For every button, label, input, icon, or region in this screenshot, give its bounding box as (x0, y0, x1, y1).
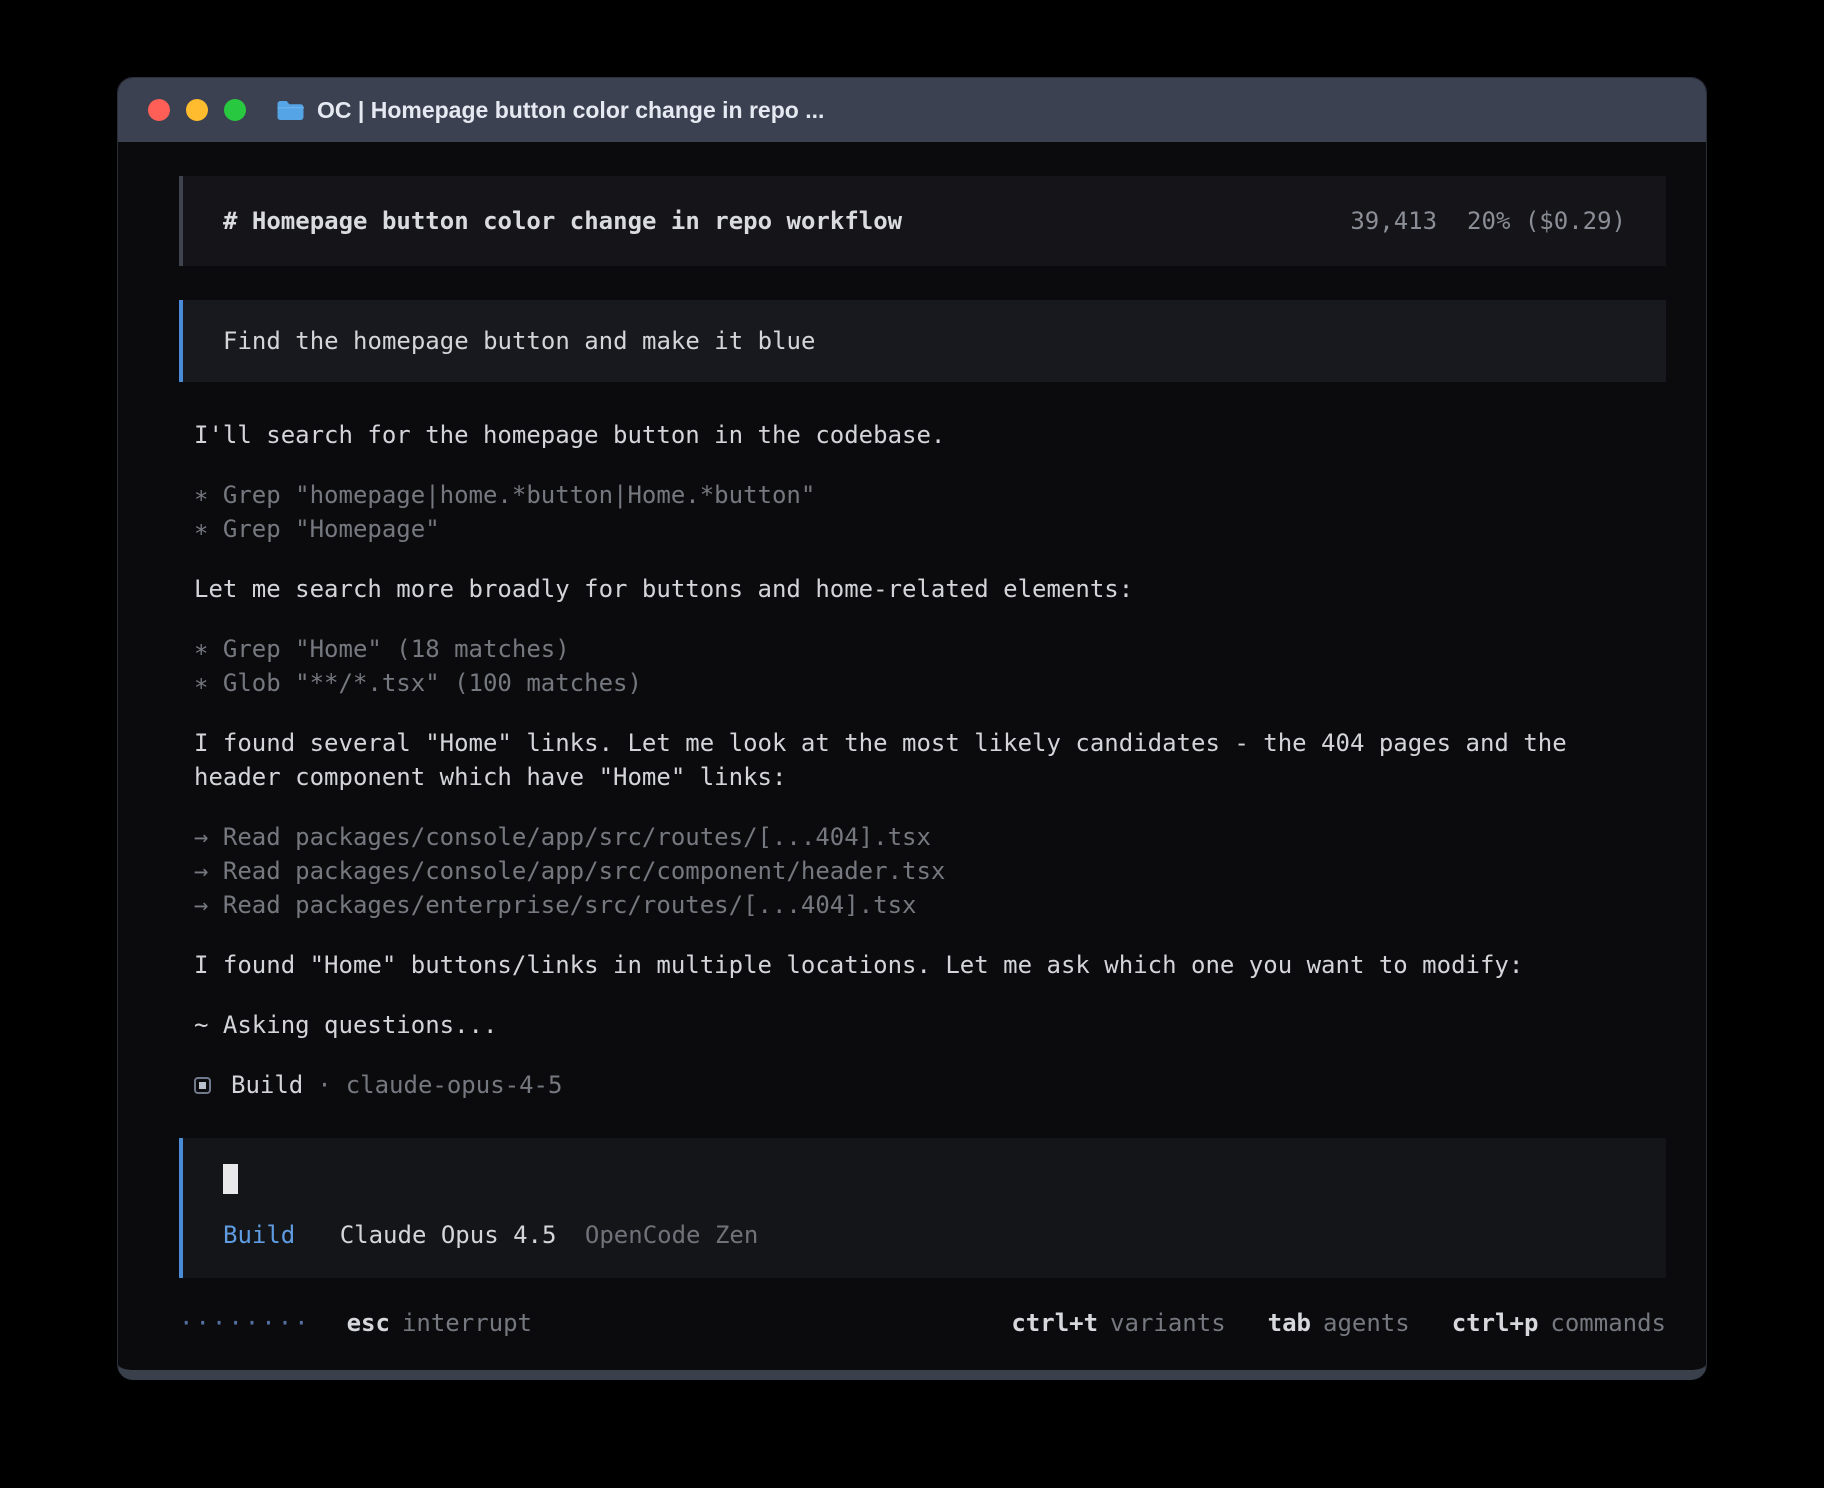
shortcut-label: variants (1110, 1309, 1226, 1337)
token-count: 39,413 (1350, 207, 1437, 235)
shortcut-key: ctrl+p (1452, 1309, 1539, 1337)
user-message-text: Find the homepage button and make it blu… (223, 327, 815, 355)
assistant-activity: ~ Asking questions... (179, 1008, 1666, 1042)
tool-call-read: → Read packages/console/app/src/routes/[… (179, 820, 1666, 854)
interrupt-key: esc (347, 1306, 390, 1340)
tool-call-grep: ∗ Grep "Homepage" (179, 512, 1666, 546)
shortcut-key: ctrl+t (1011, 1309, 1098, 1337)
session-stats: 39,413 20% ($0.29) (1350, 204, 1626, 238)
user-message: Find the homepage button and make it blu… (179, 300, 1666, 382)
status-bar-left: ········ esc interrupt (179, 1306, 532, 1340)
assistant-response: I'll search for the homepage button in t… (179, 418, 1666, 1102)
zoom-button[interactable] (224, 99, 246, 121)
assistant-paragraph: I found "Home" buttons/links in multiple… (179, 948, 1666, 982)
interrupt-label: interrupt (402, 1306, 532, 1340)
shortcut-key: tab (1268, 1309, 1311, 1337)
folder-icon (276, 99, 304, 122)
session-header: # Homepage button color change in repo w… (179, 176, 1666, 266)
shortcut-commands: ctrl+p commands (1452, 1306, 1666, 1340)
tool-call-grep: ∗ Grep "homepage|home.*button|Home.*butt… (179, 478, 1666, 512)
status-bar-right: ctrl+t variants tab agents ctrl+p commands (1011, 1306, 1666, 1340)
prompt-input[interactable]: Build Claude Opus 4.5 OpenCode Zen (179, 1138, 1666, 1278)
context-usage: 20% ($0.29) (1467, 207, 1626, 235)
shortcut-agents: tab agents (1268, 1306, 1410, 1340)
model-label: Claude Opus 4.5 (340, 1221, 557, 1249)
agent-model: claude-opus-4-5 (346, 1068, 563, 1102)
titlebar[interactable]: OC | Homepage button color change in rep… (118, 78, 1706, 142)
minimize-button[interactable] (186, 99, 208, 121)
agent-status-line: Build · claude-opus-4-5 (179, 1068, 1666, 1102)
status-bar: ········ esc interrupt ctrl+t variants ta… (179, 1306, 1666, 1340)
mode-label: Build (223, 1221, 295, 1249)
terminal-window: OC | Homepage button color change in rep… (117, 77, 1707, 1380)
agent-separator: · (317, 1068, 331, 1102)
tool-call-grep: ∗ Grep "Home" (18 matches) (179, 632, 1666, 666)
shortcut-label: commands (1550, 1309, 1666, 1337)
spinner-dots: ········ (179, 1306, 311, 1340)
tool-call-group: ∗ Grep "Home" (18 matches) ∗ Glob "**/*.… (179, 632, 1666, 700)
input-mode-line: Build Claude Opus 4.5 OpenCode Zen (223, 1218, 1626, 1252)
agent-icon (194, 1077, 211, 1094)
tool-call-read: → Read packages/console/app/src/componen… (179, 854, 1666, 888)
close-button[interactable] (148, 99, 170, 121)
session-title: # Homepage button color change in repo w… (223, 204, 902, 238)
window-title-group: OC | Homepage button color change in rep… (276, 97, 824, 124)
text-cursor (223, 1164, 238, 1194)
shortcut-label: agents (1323, 1309, 1410, 1337)
tool-call-glob: ∗ Glob "**/*.tsx" (100 matches) (179, 666, 1666, 700)
terminal-content: # Homepage button color change in repo w… (118, 142, 1706, 1370)
traffic-lights (148, 99, 246, 121)
tool-call-group: ∗ Grep "homepage|home.*button|Home.*butt… (179, 478, 1666, 546)
shortcut-variants: ctrl+t variants (1011, 1306, 1225, 1340)
provider-label: OpenCode Zen (585, 1221, 758, 1249)
tool-call-group: → Read packages/console/app/src/routes/[… (179, 820, 1666, 922)
assistant-paragraph: Let me search more broadly for buttons a… (179, 572, 1666, 606)
agent-name: Build (231, 1068, 303, 1102)
tool-call-read: → Read packages/enterprise/src/routes/[.… (179, 888, 1666, 922)
assistant-paragraph: I'll search for the homepage button in t… (179, 418, 1666, 452)
assistant-paragraph: I found several "Home" links. Let me loo… (179, 726, 1666, 794)
window-title: OC | Homepage button color change in rep… (317, 97, 824, 124)
